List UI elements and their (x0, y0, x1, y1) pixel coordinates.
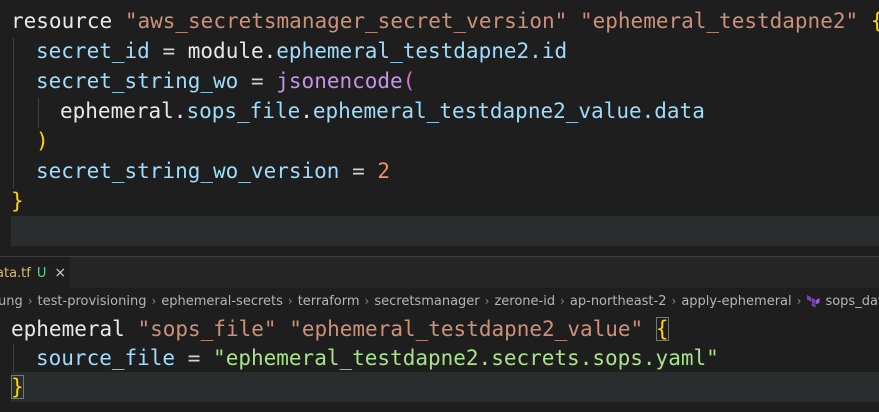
string-block-name: "ephemeral_testdapne2_value" (289, 317, 644, 341)
ref-module: module. (187, 39, 277, 63)
indent-guide (13, 344, 14, 374)
code-line-1[interactable]: ephemeral "sops_file" "ephemeral_testdap… (11, 314, 669, 344)
top-editor-pane[interactable]: resource "aws_secretsmanager_secret_vers… (0, 0, 879, 256)
string-resource-name: "ephemeral_testdapne2" (579, 9, 859, 33)
chevron-right-icon: › (560, 294, 565, 308)
breadcrumb-item[interactable]: ung (0, 294, 23, 309)
ref-dot: . (300, 99, 313, 123)
code-line-4[interactable]: ephemeral.sops_file.ephemeral_testdapne2… (60, 96, 705, 126)
ref-id: .id (529, 39, 568, 63)
code-line-2[interactable]: secret_id = module.ephemeral_testdapne2.… (36, 36, 567, 66)
code-line-1[interactable]: resource "aws_secretsmanager_secret_vers… (11, 6, 879, 36)
ref-data: .data (641, 99, 705, 123)
chevron-right-icon: › (151, 294, 157, 308)
attr-secret-string-wo-version: secret_string_wo_version (36, 159, 340, 183)
tab-bar: ata.tf U × (0, 256, 879, 289)
tab-label: ata.tf (0, 265, 31, 281)
keyword-resource: resource (11, 9, 113, 33)
indent-guide (38, 98, 39, 128)
ref-sops-file: sops_file (186, 99, 301, 123)
paren-open: ( (402, 69, 416, 93)
code-line-2[interactable]: source_file = "ephemeral_testdapne2.secr… (36, 343, 719, 373)
tab-sops-data[interactable]: ata.tf U × (0, 257, 70, 289)
current-line-highlight (11, 216, 879, 246)
chevron-right-icon: › (364, 294, 370, 308)
operator-equals: = (250, 69, 264, 93)
terraform-icon (807, 295, 820, 308)
brace-close: } (11, 189, 24, 213)
untracked-badge: U (36, 265, 47, 281)
breadcrumb-item[interactable]: ap-northeast-2 (570, 294, 667, 309)
chevron-right-icon: › (671, 294, 677, 308)
code-line-5[interactable]: ) (36, 126, 49, 156)
editor-window: resource "aws_secretsmanager_secret_vers… (0, 0, 879, 412)
code-line-3[interactable]: } (11, 372, 24, 402)
ref-value-name: ephemeral_testdapne2_value (312, 99, 642, 123)
bottom-editor-pane[interactable]: ephemeral "sops_file" "ephemeral_testdap… (0, 314, 879, 412)
chevron-right-icon: › (27, 294, 33, 308)
keyword-ephemeral: ephemeral (11, 317, 125, 341)
breadcrumb-item: sops_data.tf (825, 293, 879, 309)
breadcrumb-file[interactable]: sops_data.tf (806, 294, 879, 309)
chevron-right-icon: › (287, 294, 293, 308)
breadcrumb-item[interactable]: secretsmanager (374, 294, 479, 309)
string-block-type: "sops_file" (137, 317, 277, 341)
breadcrumb-item[interactable]: ephemeral-secrets (161, 294, 283, 309)
function-jsonencode: jsonencode (276, 69, 403, 93)
operator-equals: = (352, 159, 365, 183)
attr-secret-id: secret_id (36, 39, 150, 63)
operator-equals: = (162, 39, 176, 63)
code-line-7[interactable]: } (11, 186, 24, 216)
breadcrumb: ung › test-provisioning › ephemeral-secr… (0, 288, 879, 314)
paren-close: ) (36, 129, 49, 153)
breadcrumb-item[interactable]: terraform (298, 294, 360, 309)
indent-guide (13, 38, 14, 188)
ref-module-name: ephemeral_testdapne2 (276, 39, 530, 63)
number-value: 2 (377, 159, 391, 183)
close-icon[interactable]: × (54, 265, 66, 281)
operator-equals: = (187, 346, 201, 370)
brace-open: { (655, 317, 669, 341)
chevron-right-icon: › (796, 294, 802, 308)
breadcrumb-item[interactable]: apply-ephemeral (681, 294, 791, 309)
attr-source-file: source_file (36, 346, 176, 370)
breadcrumb-item[interactable]: zerone-id (494, 294, 555, 309)
string-source-file: "ephemeral_testdapne2.secrets.sops.yaml" (213, 346, 719, 370)
chevron-right-icon: › (484, 294, 490, 308)
ref-ephemeral: ephemeral. (60, 99, 187, 123)
brace-close: } (11, 375, 24, 399)
attr-secret-string-wo: secret_string_wo (36, 69, 239, 93)
code-line-6[interactable]: secret_string_wo_version = 2 (36, 156, 390, 186)
code-line-3[interactable]: secret_string_wo = jsonencode( (36, 66, 415, 96)
brace-open: { (871, 9, 879, 33)
current-line-highlight (11, 372, 879, 402)
string-resource-type: "aws_secretsmanager_secret_version" (124, 9, 568, 33)
breadcrumb-item[interactable]: test-provisioning (38, 294, 147, 309)
